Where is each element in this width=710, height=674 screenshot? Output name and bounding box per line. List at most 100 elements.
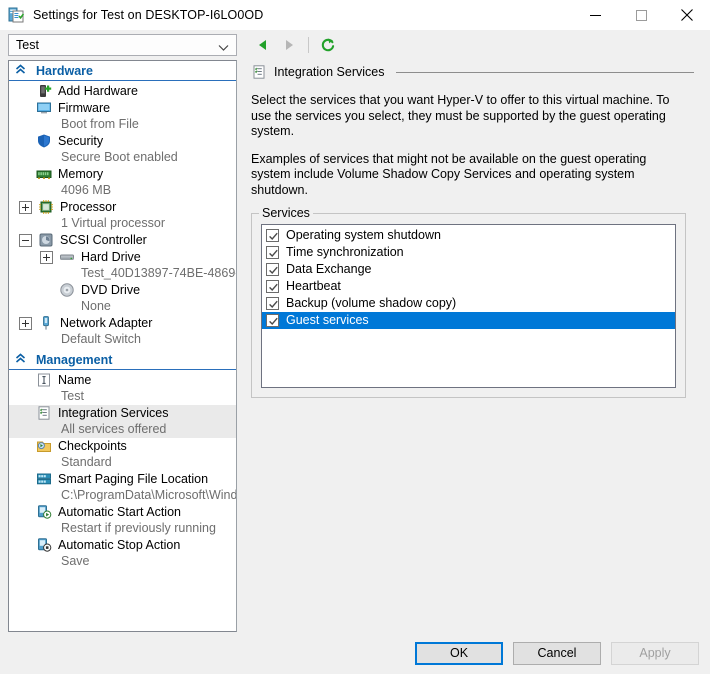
auto-stop-icon bbox=[36, 537, 52, 553]
sidebar-item-label: Hard Drive bbox=[81, 250, 141, 264]
minimize-button[interactable] bbox=[572, 0, 618, 30]
add-hardware-icon bbox=[36, 83, 52, 99]
sidebar-item-memory[interactable]: Memory bbox=[9, 166, 236, 183]
checkpoints-icon bbox=[36, 438, 52, 454]
close-button[interactable] bbox=[664, 0, 710, 30]
collapse-scsi-toggle[interactable] bbox=[19, 234, 32, 247]
sidebar-item-dvd-drive[interactable]: DVD Drive bbox=[9, 282, 236, 299]
sidebar-item-label: Security bbox=[58, 134, 104, 148]
section-header-management[interactable]: Management bbox=[9, 350, 236, 370]
sidebar-item-checkpoints[interactable]: Checkpoints bbox=[9, 438, 236, 455]
settings-navigation-tree[interactable]: Hardware Add Hardware Firmware Boot from… bbox=[8, 60, 237, 632]
chevron-double-up-icon bbox=[15, 63, 26, 78]
expand-network-adapter-toggle[interactable] bbox=[19, 317, 32, 330]
sidebar-item-hard-drive[interactable]: Hard Drive bbox=[9, 249, 236, 266]
service-label: Backup (volume shadow copy) bbox=[286, 296, 457, 310]
sidebar-item-firmware[interactable]: Firmware bbox=[9, 100, 236, 117]
page-title: Integration Services bbox=[274, 65, 385, 79]
section-header-hardware[interactable]: Hardware bbox=[9, 61, 236, 81]
service-row[interactable]: Time synchronization bbox=[262, 244, 675, 261]
title-bar: Settings for Test on DESKTOP-I6LO0OD bbox=[0, 0, 710, 30]
sidebar-item-label: Add Hardware bbox=[58, 84, 138, 98]
service-label: Guest services bbox=[286, 313, 369, 327]
sidebar-item-label: Smart Paging File Location bbox=[58, 472, 209, 486]
sidebar-item-sublabel: Restart if previously running bbox=[61, 521, 216, 535]
services-checkbox-list[interactable]: Operating system shutdown Time synchroni… bbox=[261, 224, 676, 388]
settings-vm-icon bbox=[7, 6, 25, 24]
service-row[interactable]: Operating system shutdown bbox=[262, 227, 675, 244]
service-row[interactable]: Data Exchange bbox=[262, 261, 675, 278]
checkbox-checked-icon[interactable] bbox=[266, 280, 279, 293]
checkbox-checked-icon[interactable] bbox=[266, 297, 279, 310]
panel-header: Integration Services bbox=[251, 64, 698, 80]
service-row[interactable]: Backup (volume shadow copy) bbox=[262, 295, 675, 312]
sidebar-item-sublabel: Boot from File bbox=[61, 117, 139, 131]
sidebar-item-label: SCSI Controller bbox=[60, 233, 147, 247]
sidebar-item-integration-services[interactable]: Integration Services bbox=[9, 405, 236, 422]
integration-services-icon bbox=[251, 64, 267, 80]
expand-hard-drive-toggle[interactable] bbox=[40, 251, 53, 264]
service-row[interactable]: Heartbeat bbox=[262, 278, 675, 295]
back-button[interactable] bbox=[251, 33, 275, 57]
ok-button[interactable]: OK bbox=[415, 641, 503, 665]
refresh-button[interactable] bbox=[316, 33, 340, 57]
scsi-controller-icon bbox=[38, 232, 54, 248]
network-adapter-icon bbox=[38, 315, 54, 331]
service-row-selected[interactable]: Guest services bbox=[262, 312, 675, 329]
section-label: Hardware bbox=[36, 63, 93, 78]
sidebar-item-sublabel: Default Switch bbox=[61, 332, 141, 346]
description-paragraph-2: Examples of services that might not be a… bbox=[251, 151, 647, 197]
sidebar-item-label: Automatic Stop Action bbox=[58, 538, 181, 552]
sidebar-item-processor[interactable]: Processor bbox=[9, 199, 236, 216]
firmware-icon bbox=[36, 100, 52, 116]
checkbox-checked-icon[interactable] bbox=[266, 246, 279, 259]
memory-icon bbox=[36, 166, 52, 182]
settings-detail-panel: Integration Services Select the services… bbox=[245, 60, 702, 632]
services-group-box: Services Operating system shutdown Time … bbox=[251, 206, 686, 398]
apply-button: Apply bbox=[611, 641, 699, 665]
service-label: Operating system shutdown bbox=[286, 228, 441, 242]
services-group-legend: Services bbox=[259, 206, 313, 220]
sidebar-item-label: Firmware bbox=[58, 101, 111, 115]
forward-button bbox=[277, 33, 301, 57]
sidebar-item-name[interactable]: Name bbox=[9, 372, 236, 389]
sidebar-item-sublabel: Save bbox=[61, 554, 90, 568]
sidebar-item-network-adapter[interactable]: Network Adapter bbox=[9, 315, 236, 332]
checkbox-checked-icon[interactable] bbox=[266, 263, 279, 276]
service-label: Data Exchange bbox=[286, 262, 372, 276]
maximize-button[interactable] bbox=[618, 0, 664, 30]
expand-processor-toggle[interactable] bbox=[19, 201, 32, 214]
sidebar-item-automatic-stop-action[interactable]: Automatic Stop Action bbox=[9, 537, 236, 554]
dvd-drive-icon bbox=[59, 282, 75, 298]
navigation-group bbox=[251, 33, 340, 57]
sidebar-item-add-hardware[interactable]: Add Hardware bbox=[9, 83, 236, 100]
sidebar-item-sublabel: All services offered bbox=[9, 422, 236, 438]
sidebar-item-sublabel: C:\ProgramData\Microsoft\Windo… bbox=[61, 488, 236, 502]
description-paragraph-1: Select the services that you want Hyper-… bbox=[251, 93, 670, 138]
vm-selector-value: Test bbox=[16, 38, 39, 52]
sidebar-item-label: Checkpoints bbox=[58, 439, 127, 453]
service-label: Time synchronization bbox=[286, 245, 404, 259]
vm-selector-dropdown[interactable]: Test bbox=[8, 34, 237, 56]
toolbar: Test bbox=[0, 30, 710, 60]
sidebar-item-sublabel: Secure Boot enabled bbox=[61, 150, 178, 164]
header-divider bbox=[396, 71, 694, 73]
sidebar-item-automatic-start-action[interactable]: Automatic Start Action bbox=[9, 504, 236, 521]
service-label: Heartbeat bbox=[286, 279, 341, 293]
sidebar-item-sublabel: Test_40D13897-74BE-4869-B8… bbox=[81, 266, 236, 280]
cancel-button[interactable]: Cancel bbox=[513, 641, 601, 665]
sidebar-item-sublabel: 4096 MB bbox=[61, 183, 112, 197]
sidebar-item-smart-paging-file-location[interactable]: Smart Paging File Location bbox=[9, 471, 236, 488]
security-shield-icon bbox=[36, 133, 52, 149]
sidebar-item-label: Automatic Start Action bbox=[58, 505, 181, 519]
sidebar-item-security[interactable]: Security bbox=[9, 133, 236, 150]
sidebar-item-sublabel: 1 Virtual processor bbox=[61, 216, 165, 230]
sidebar-item-label: Network Adapter bbox=[60, 316, 153, 330]
integration-services-icon bbox=[36, 405, 52, 421]
checkbox-checked-icon[interactable] bbox=[266, 229, 279, 242]
sidebar-item-scsi-controller[interactable]: SCSI Controller bbox=[9, 232, 236, 249]
checkbox-checked-icon[interactable] bbox=[266, 314, 279, 327]
window-title: Settings for Test on DESKTOP-I6LO0OD bbox=[33, 8, 264, 22]
hard-drive-icon bbox=[59, 249, 75, 265]
dialog-body: Hardware Add Hardware Firmware Boot from… bbox=[0, 60, 710, 632]
